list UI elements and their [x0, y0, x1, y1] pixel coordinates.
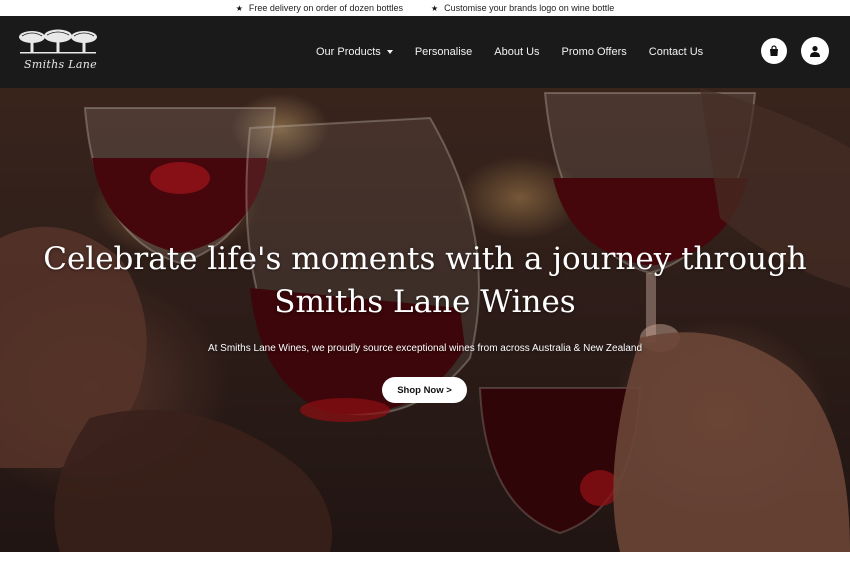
nav-item-label: Promo Offers — [561, 46, 627, 58]
page-bottom — [0, 552, 850, 570]
announcement-item: ★ Free delivery on order of dozen bottle… — [236, 3, 403, 13]
hero-title-line: Celebrate life's moments with a journey … — [43, 241, 807, 277]
hero-banner: Celebrate life's moments with a journey … — [0, 88, 850, 552]
star-icon: ★ — [235, 3, 243, 13]
hero-subtitle: At Smiths Lane Wines, we proudly source … — [207, 343, 643, 354]
chevron-down-icon — [386, 50, 393, 54]
nav-item-contact-us[interactable]: Contact Us — [649, 46, 703, 58]
announcement-bar: ★ Free delivery on order of dozen bottle… — [0, 0, 850, 16]
announcement-item: ★ Customise your brands logo on wine bot… — [431, 3, 614, 13]
account-button[interactable] — [801, 37, 829, 65]
shopping-bag-icon — [770, 45, 778, 56]
nav-item-label: Personalise — [414, 46, 473, 58]
shop-now-button[interactable]: Shop Now > — [382, 377, 467, 403]
announcement-text: Customise your brands logo on wine bottl… — [444, 3, 615, 13]
announcement-text: Free delivery on order of dozen bottles — [248, 3, 403, 13]
brand-logo[interactable]: Smiths Lane — [18, 26, 98, 78]
hero-title: Celebrate life's moments with a journey … — [0, 238, 850, 324]
nav-item-about-us[interactable]: About Us — [494, 46, 539, 58]
brand-name: Smiths Lane — [24, 58, 97, 71]
nav-item-label: About Us — [494, 46, 540, 58]
nav-item-label: Contact Us — [648, 46, 704, 58]
tree-logo-icon — [19, 29, 97, 54]
nav-item-personalise[interactable]: Personalise — [415, 46, 472, 58]
nav-item-label: Our Products — [316, 46, 381, 58]
user-icon — [810, 46, 820, 57]
site-header: Smiths Lane Our Products Personalise Abo… — [0, 16, 850, 88]
hero-title-line: Smiths Lane Wines — [274, 284, 576, 320]
main-nav: Our Products Personalise About Us Promo … — [316, 16, 703, 88]
star-icon: ★ — [430, 3, 439, 13]
nav-item-promo-offers[interactable]: Promo Offers — [562, 46, 627, 58]
nav-item-our-products[interactable]: Our Products — [316, 46, 393, 58]
cart-button[interactable] — [761, 38, 787, 64]
